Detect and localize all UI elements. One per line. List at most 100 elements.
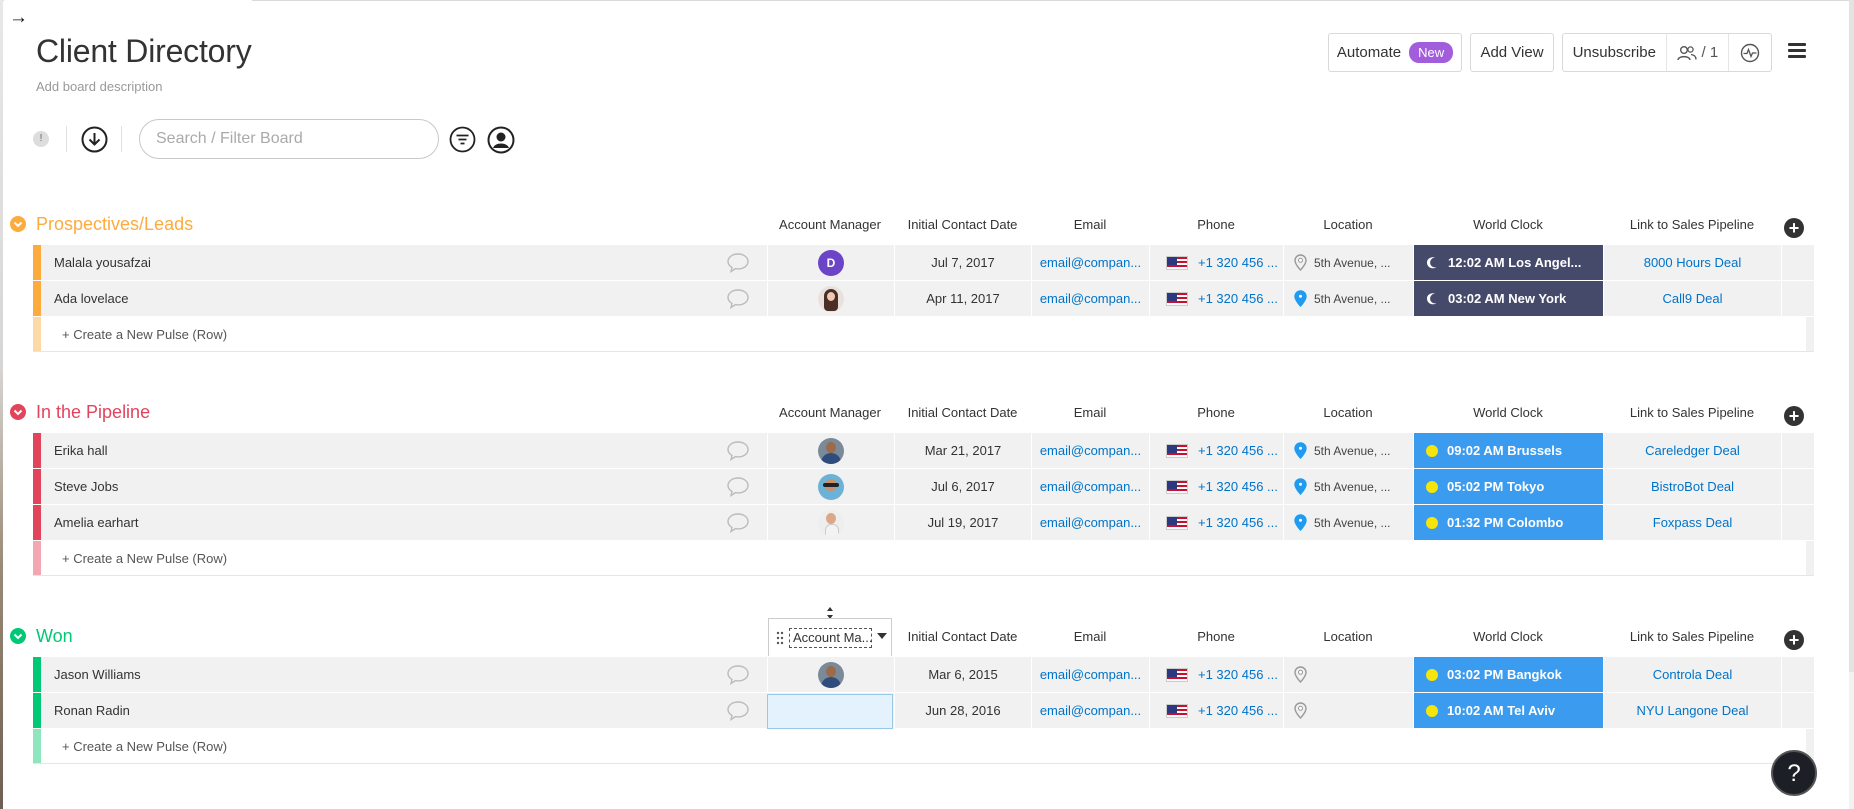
chat-bubble-icon[interactable] [726, 252, 750, 273]
search-input[interactable] [139, 119, 439, 159]
chat-bubble-icon[interactable] [726, 512, 750, 533]
add-column-icon[interactable]: + [1784, 406, 1804, 426]
phone-number[interactable]: +1 320 456 ... [1198, 667, 1278, 682]
create-pulse-label[interactable]: + Create a New Pulse (Row) [62, 729, 227, 764]
column-header-initial-contact-date[interactable]: Initial Contact Date [894, 629, 1031, 644]
phone-cell[interactable]: +1 320 456 ... [1149, 657, 1283, 692]
contact-date-cell[interactable]: Jul 7, 2017 [894, 245, 1031, 280]
pulse-name[interactable]: Erika hall [54, 433, 107, 468]
column-title-edit[interactable]: Account Ma... [789, 628, 872, 648]
avatar[interactable] [818, 285, 844, 312]
column-header-dragging[interactable]: Account Ma... [768, 618, 892, 656]
chat-bubble-icon[interactable] [726, 664, 750, 685]
world-clock-cell[interactable]: 09:02 AM Brussels [1413, 433, 1603, 468]
sales-pipeline-link[interactable]: 8000 Hours Deal [1603, 245, 1781, 280]
email-cell[interactable]: email@compan... [1031, 281, 1149, 316]
add-view-button[interactable]: Add View [1470, 33, 1554, 72]
pulse-name[interactable]: Ada lovelace [54, 281, 128, 316]
account-manager-cell[interactable] [767, 433, 894, 468]
sales-pipeline-link[interactable]: NYU Langone Deal [1603, 693, 1781, 728]
world-clock-cell[interactable]: 05:02 PM Tokyo [1413, 469, 1603, 504]
phone-number[interactable]: +1 320 456 ... [1198, 703, 1278, 718]
contact-date-cell[interactable]: Mar 6, 2015 [894, 657, 1031, 692]
avatar[interactable] [818, 661, 844, 688]
table-row[interactable]: Jason Williams Mar 6, 2015 email@compan...… [33, 657, 1814, 692]
location-cell[interactable] [1283, 693, 1413, 728]
email-cell[interactable]: email@compan... [1031, 433, 1149, 468]
pulse-name[interactable]: Ronan Radin [54, 693, 130, 728]
board-title[interactable]: Client Directory [36, 33, 252, 70]
download-icon[interactable] [81, 126, 108, 153]
subscribers-button[interactable]: / 1 [1667, 34, 1730, 71]
email-cell[interactable]: email@compan... [1031, 505, 1149, 540]
sales-pipeline-link[interactable]: Foxpass Deal [1603, 505, 1781, 540]
table-row[interactable]: Malala yousafzai D Jul 7, 2017 email@compan… [33, 245, 1814, 280]
group-title[interactable]: In the Pipeline [36, 402, 150, 423]
email-cell[interactable]: email@compan... [1031, 245, 1149, 280]
phone-cell[interactable]: +1 320 456 ... [1149, 469, 1283, 504]
column-header-initial-contact-date[interactable]: Initial Contact Date [894, 217, 1031, 232]
column-header-account-manager[interactable]: Account Manager [768, 217, 892, 232]
phone-cell[interactable]: +1 320 456 ... [1149, 245, 1283, 280]
contact-date-cell[interactable]: Jul 19, 2017 [894, 505, 1031, 540]
column-header-link-to-sales-pipeline[interactable]: Link to Sales Pipeline [1603, 629, 1781, 644]
chat-bubble-icon[interactable] [726, 288, 750, 309]
email-cell[interactable]: email@compan... [1031, 657, 1149, 692]
account-manager-cell[interactable] [767, 657, 894, 692]
location-cell[interactable]: 5th Avenue, ... [1283, 505, 1413, 540]
chevron-down-icon[interactable] [877, 633, 887, 639]
add-column-icon[interactable]: + [1784, 630, 1804, 650]
table-row[interactable]: Amelia earhart Jul 19, 2017 email@compan..… [33, 505, 1814, 540]
location-cell[interactable]: 5th Avenue, ... [1283, 469, 1413, 504]
phone-cell[interactable]: +1 320 456 ... [1149, 281, 1283, 316]
column-header-email[interactable]: Email [1031, 217, 1149, 232]
phone-cell[interactable]: +1 320 456 ... [1149, 693, 1283, 728]
scrollbar-track[interactable] [1849, 0, 1854, 672]
chat-bubble-icon[interactable] [726, 476, 750, 497]
sales-pipeline-link[interactable]: Controla Deal [1603, 657, 1781, 692]
sales-pipeline-link[interactable]: BistroBot Deal [1603, 469, 1781, 504]
unsubscribe-button[interactable]: Unsubscribe [1563, 34, 1667, 71]
column-header-link-to-sales-pipeline[interactable]: Link to Sales Pipeline [1603, 217, 1781, 232]
menu-icon[interactable] [1788, 43, 1806, 59]
column-header-world-clock[interactable]: World Clock [1413, 629, 1603, 644]
column-header-phone[interactable]: Phone [1149, 405, 1283, 420]
table-row[interactable]: Steve Jobs Jul 6, 2017 email@compan... +1 3… [33, 469, 1814, 504]
info-badge[interactable]: ! [33, 131, 49, 147]
chat-bubble-icon[interactable] [726, 440, 750, 461]
create-pulse-label[interactable]: + Create a New Pulse (Row) [62, 541, 227, 576]
column-header-location[interactable]: Location [1283, 217, 1413, 232]
contact-date-cell[interactable]: Apr 11, 2017 [894, 281, 1031, 316]
group-title[interactable]: Won [36, 626, 73, 647]
column-header-phone[interactable]: Phone [1149, 629, 1283, 644]
avatar[interactable] [818, 473, 844, 500]
world-clock-cell[interactable]: 10:02 AM Tel Aviv [1413, 693, 1603, 728]
add-column-icon[interactable]: + [1784, 218, 1804, 238]
location-cell[interactable] [1283, 657, 1413, 692]
back-arrow-icon[interactable]: → [9, 6, 28, 30]
column-header-location[interactable]: Location [1283, 405, 1413, 420]
location-cell[interactable]: 5th Avenue, ... [1283, 433, 1413, 468]
sales-pipeline-link[interactable]: Call9 Deal [1603, 281, 1781, 316]
activity-button[interactable] [1729, 34, 1771, 71]
email-cell[interactable]: email@compan... [1031, 469, 1149, 504]
column-header-world-clock[interactable]: World Clock [1413, 217, 1603, 232]
table-row[interactable]: Ronan Radin Jun 28, 2016 email@compan... +1… [33, 693, 1814, 728]
email-cell[interactable]: email@compan... [1031, 693, 1149, 728]
phone-number[interactable]: +1 320 456 ... [1198, 443, 1278, 458]
board-description[interactable]: Add board description [36, 79, 162, 94]
person-filter-icon[interactable] [487, 126, 515, 154]
avatar[interactable] [818, 509, 844, 536]
group-collapse-icon[interactable] [10, 404, 26, 420]
column-header-location[interactable]: Location [1283, 629, 1413, 644]
selected-cell[interactable] [767, 694, 893, 729]
phone-number[interactable]: +1 320 456 ... [1198, 479, 1278, 494]
table-row[interactable]: Erika hall Mar 21, 2017 email@compan... +1 … [33, 433, 1814, 468]
account-manager-cell[interactable] [767, 505, 894, 540]
column-header-email[interactable]: Email [1031, 629, 1149, 644]
world-clock-cell[interactable]: 03:02 PM Bangkok [1413, 657, 1603, 692]
table-row[interactable]: Ada lovelace Apr 11, 2017 email@compan... +… [33, 281, 1814, 316]
pulse-name[interactable]: Malala yousafzai [54, 245, 151, 280]
column-header-email[interactable]: Email [1031, 405, 1149, 420]
column-header-phone[interactable]: Phone [1149, 217, 1283, 232]
